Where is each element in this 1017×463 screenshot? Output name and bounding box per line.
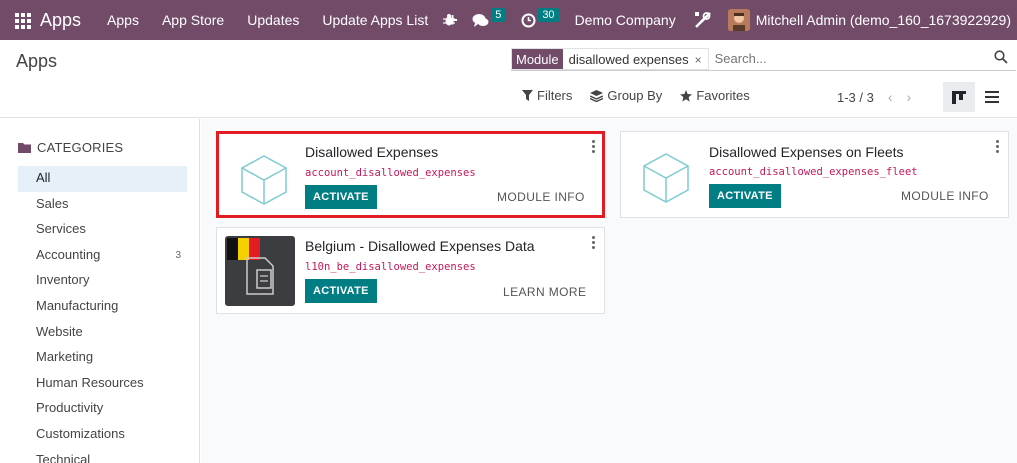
search-icon[interactable] (994, 50, 1008, 67)
card-menu-icon[interactable] (592, 140, 596, 155)
category-count: 3 (175, 249, 181, 261)
search-bar: Module disallowed expenses × (511, 47, 1016, 71)
activate-button[interactable]: ACTIVATE (305, 185, 377, 209)
category-label: Customizations (36, 425, 125, 441)
activities-button[interactable]: 30 (521, 8, 559, 28)
category-label: Accounting (36, 246, 101, 262)
groupby-label: Group By (607, 88, 663, 103)
messages-button[interactable]: 5 (472, 8, 506, 28)
categories-panel: CATEGORIES All Sales Services Accounting… (0, 119, 200, 463)
app-card-belgium-disallowed-expenses[interactable]: Belgium - Disallowed Expenses Data l10n_… (216, 227, 605, 314)
activate-button[interactable]: ACTIVATE (709, 184, 781, 208)
category-label: Website (36, 323, 83, 339)
messages-badge: 5 (491, 8, 506, 22)
activate-button[interactable]: ACTIVATE (305, 279, 377, 303)
pager-prev-icon[interactable]: ‹ (888, 89, 893, 105)
category-website[interactable]: Website (18, 320, 187, 346)
category-label: Sales (36, 195, 69, 211)
category-services[interactable]: Services (18, 217, 187, 243)
list-view-button[interactable] (976, 82, 1008, 112)
top-navbar: Apps Apps App Store Updates Update Apps … (0, 0, 1017, 40)
pager-next-icon[interactable]: › (907, 89, 912, 105)
kanban-view-button[interactable] (943, 82, 975, 112)
facet-label: Module (512, 48, 563, 69)
app-menu-grid-icon[interactable] (12, 10, 32, 30)
categories-header: CATEGORIES (18, 140, 123, 155)
category-marketing[interactable]: Marketing (18, 345, 187, 371)
avatar[interactable] (727, 9, 750, 31)
module-info-link[interactable]: MODULE INFO (901, 189, 989, 203)
category-human-resources[interactable]: Human Resources (18, 371, 187, 397)
category-list: All Sales Services Accounting 3 Inventory… (18, 166, 187, 463)
menu-updates[interactable]: Updates (247, 12, 299, 28)
category-label: Technical (36, 451, 91, 463)
facet-close-icon[interactable]: × (695, 49, 708, 69)
category-label: Human Resources (36, 374, 144, 390)
category-label: Marketing (36, 349, 94, 365)
kanban-icon (952, 90, 966, 104)
activities-badge: 30 (538, 8, 559, 22)
app-card-disallowed-expenses-fleets[interactable]: Disallowed Expenses on Fleets account_di… (620, 131, 1009, 218)
chat-icon (472, 13, 489, 27)
groupby-button[interactable]: Group By (590, 88, 662, 103)
app-title: Disallowed Expenses (305, 144, 439, 160)
learn-more-link[interactable]: LEARN MORE (503, 285, 586, 299)
control-panel: Apps Module disallowed expenses × Filter… (0, 40, 1017, 118)
search-facet[interactable]: Module disallowed expenses × (511, 47, 709, 70)
debug-bug-icon[interactable] (442, 13, 456, 27)
categories-title: CATEGORIES (37, 140, 124, 155)
list-icon (985, 91, 999, 103)
menu-app-store[interactable]: App Store (162, 12, 224, 28)
category-productivity[interactable]: Productivity (18, 396, 187, 422)
favorites-button[interactable]: Favorites (680, 88, 750, 103)
card-menu-icon[interactable] (592, 236, 596, 251)
filters-button[interactable]: Filters (522, 88, 572, 103)
category-customizations[interactable]: Customizations (18, 422, 187, 448)
pager-value[interactable]: 1-3 / 3 (837, 90, 874, 105)
tools-icon[interactable] (694, 11, 712, 29)
app-card-disallowed-expenses[interactable]: Disallowed Expenses account_disallowed_e… (216, 131, 605, 218)
category-all[interactable]: All (18, 166, 187, 192)
star-icon (680, 89, 693, 102)
search-options: Filters Group By Favorites (522, 88, 768, 103)
belgium-flag-icon (225, 236, 295, 306)
category-label: Inventory (36, 272, 90, 288)
folder-icon (18, 143, 31, 153)
clock-icon (521, 13, 536, 27)
category-manufacturing[interactable]: Manufacturing (18, 294, 187, 320)
pager: 1-3 / 3 ‹ › (837, 89, 911, 105)
module-cube-icon (241, 155, 287, 205)
app-brand[interactable]: Apps (40, 10, 81, 31)
card-menu-icon[interactable] (996, 140, 1000, 155)
app-technical-name: account_disallowed_expenses_fleet (709, 166, 918, 178)
module-cube-icon (643, 153, 689, 203)
app-technical-name: account_disallowed_expenses (305, 167, 476, 179)
category-accounting[interactable]: Accounting 3 (18, 243, 187, 269)
app-title: Belgium - Disallowed Expenses Data (305, 238, 535, 254)
category-label: Services (36, 221, 86, 237)
menu-apps[interactable]: Apps (107, 12, 139, 28)
page-title: Apps (16, 51, 58, 71)
category-inventory[interactable]: Inventory (18, 268, 187, 294)
kanban-area: Disallowed Expenses account_disallowed_e… (201, 119, 1017, 463)
filter-icon (522, 90, 533, 101)
module-info-link[interactable]: MODULE INFO (497, 190, 585, 204)
menu-update-apps-list[interactable]: Update Apps List (322, 12, 428, 28)
category-sales[interactable]: Sales (18, 192, 187, 218)
favorites-label: Favorites (696, 88, 750, 103)
app-technical-name: l10n_be_disallowed_expenses (305, 261, 476, 273)
category-technical[interactable]: Technical (18, 448, 187, 463)
facet-value: disallowed expenses (568, 51, 689, 67)
category-label: All (36, 170, 51, 185)
filters-label: Filters (537, 88, 573, 103)
app-title: Disallowed Expenses on Fleets (709, 144, 904, 160)
category-label: Manufacturing (36, 297, 119, 313)
company-switcher[interactable]: Demo Company (575, 12, 676, 28)
user-menu[interactable]: Mitchell Admin (demo_160_1673922929) (756, 12, 1011, 28)
layers-icon (590, 89, 604, 102)
search-input[interactable] (714, 51, 975, 66)
category-label: Productivity (36, 400, 104, 416)
